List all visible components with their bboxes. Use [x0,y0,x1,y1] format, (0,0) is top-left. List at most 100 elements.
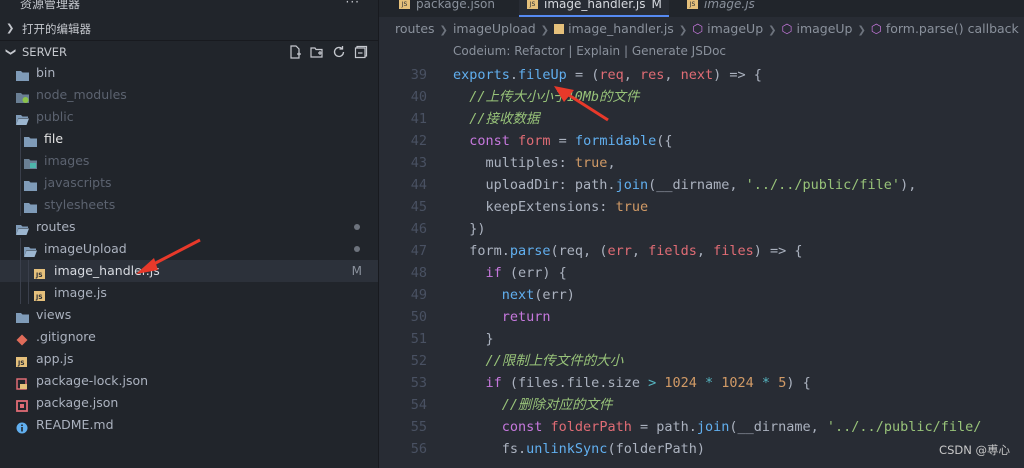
indent-guide [20,172,21,194]
tree-item[interactable]: views [0,304,378,326]
project-label: SERVER [22,45,68,59]
indent-guide [20,194,21,216]
tree-item[interactable]: README.md [0,414,378,436]
tree-item[interactable]: javascripts [0,172,378,194]
collapse-all-icon[interactable] [354,45,368,59]
tree-item[interactable]: images [0,150,378,172]
breadcrumb-item[interactable]: form.parse() callback [886,21,1019,36]
tree-item-label: images [44,153,90,168]
tree-item-label: file [44,131,64,146]
tree-item[interactable]: routes [0,216,378,238]
line-number: 50 [410,309,427,325]
explorer-sidebar: 资源管理器 ··· ❯ 打开的编辑器 ❯ SERVER bin node_modu… [0,0,379,468]
readme-info-icon [16,419,29,434]
folder-icon [24,133,37,147]
code-line: 53 if (files.file.size > 1024 * 1024 * 5… [379,372,1024,394]
code-line: 48 if (err) { [379,262,1024,284]
code-text: exports.fileUp = (req, res, next) => { [453,67,762,83]
folder-open-icon [16,221,29,235]
svg-text:JS: JS [17,360,25,367]
code-line: 46 }) [379,218,1024,240]
line-number: 52 [410,353,427,369]
code-text: if (err) { [453,265,567,281]
line-number: 41 [410,111,427,127]
tree-item-label: image.js [54,285,107,300]
javascript-file-icon [554,24,565,34]
tree-item[interactable]: stylesheets [0,194,378,216]
refresh-icon[interactable] [332,45,346,59]
code-line: 49 next(err) [379,284,1024,306]
editor-tab[interactable]: JS image.js [679,0,787,17]
indent-guide [28,282,29,304]
indent-guide [20,150,21,172]
tab-label: image.js [704,0,755,11]
indent-guide [20,260,21,282]
tree-item[interactable]: node_modules [0,84,378,106]
tree-item[interactable]: JS app.js [0,348,378,370]
open-editors-section[interactable]: ❯ 打开的编辑器 [0,18,378,40]
tree-item-label: node_modules [36,87,127,102]
code-text: uploadDir: path.join(__dirname, '../../p… [453,177,917,193]
new-file-icon[interactable] [288,45,302,59]
changes-dot-icon [354,246,360,252]
changes-dot-icon [354,224,360,230]
code-editor: JS package.json JS image_handler.js M JS image… [379,0,1024,468]
code-line: 55 const folderPath = path.join(__dirnam… [379,416,1024,438]
tree-item-label: package-lock.json [36,373,149,388]
tree-item[interactable]: file [0,128,378,150]
breadcrumb-item[interactable]: imageUp [796,21,852,36]
line-number: 55 [410,419,427,435]
tree-item-label: imageUpload [44,241,127,256]
breadcrumb-item[interactable]: imageUp [707,21,763,36]
tree-item[interactable]: imageUpload [0,238,378,260]
breadcrumb: routes ❯ imageUpload ❯ image_handler.js ❯ ⬡ ima… [379,17,1024,41]
symbol-method-icon: ⬡ [870,21,882,36]
breadcrumb-item[interactable]: imageUpload [453,21,536,36]
breadcrumb-item[interactable]: routes [395,21,435,36]
editor-tab[interactable]: JS image_handler.js M [519,0,669,17]
tree-item[interactable]: bin [0,62,378,84]
tree-item[interactable]: package-lock.json [0,370,378,392]
tab-label: package.json [416,0,496,11]
codeium-codelens[interactable]: Codeium: Refactor | Explain | Generate J… [453,44,726,58]
line-number: 56 [410,441,427,457]
tree-item-label: image_handler.js [54,263,160,278]
line-number: 54 [410,397,427,413]
chevron-right-icon: ❯ [6,23,15,34]
new-folder-icon[interactable] [310,45,324,59]
tree-item-label: stylesheets [44,197,116,212]
modified-badge: M [351,264,362,278]
breadcrumb-separator-icon: ❯ [439,25,448,36]
line-number: 44 [410,177,427,193]
code-line: 44 uploadDir: path.join(__dirname, '../.… [379,174,1024,196]
node-modules-folder-icon [16,89,29,103]
tree-item[interactable]: public [0,106,378,128]
svg-text:JS: JS [35,294,43,301]
watermark: CSDN @尃心 [939,443,1010,457]
breadcrumb-separator-icon: ❯ [857,25,866,36]
code-text: //上传大小小于10Mb的文件 [453,89,640,105]
code-line: 41 //接收数据 [379,108,1024,130]
breadcrumb-item[interactable]: image_handler.js [568,21,674,36]
indent-guide [20,282,21,304]
folder-icon [16,309,29,323]
code-line: 50 return [379,306,1024,328]
tree-item[interactable]: .gitignore [0,326,378,348]
line-number: 48 [410,265,427,281]
code-area[interactable]: 39 exports.fileUp = (req, res, next) => {… [379,64,1024,460]
code-text: if (files.file.size > 1024 * 1024 * 5) { [453,375,811,391]
tree-item[interactable]: package.json [0,392,378,414]
tree-item[interactable]: JS image.js [0,282,378,304]
code-text: }) [453,221,486,237]
more-actions-icon[interactable]: ··· [346,0,360,8]
breadcrumb-separator-icon: ❯ [678,25,688,36]
server-section[interactable]: ❯ SERVER [0,40,378,62]
folder-icon [24,199,37,213]
tree-item-label: routes [36,219,76,234]
svg-text:JS: JS [35,272,43,279]
tree-item[interactable]: JS image_handler.js M [0,260,378,282]
tree-item-label: README.md [36,417,114,432]
editor-tab[interactable]: JS package.json [391,0,519,17]
images-folder-icon [24,155,37,169]
code-line: 56 fs.unlinkSync(folderPath) [379,438,1024,460]
